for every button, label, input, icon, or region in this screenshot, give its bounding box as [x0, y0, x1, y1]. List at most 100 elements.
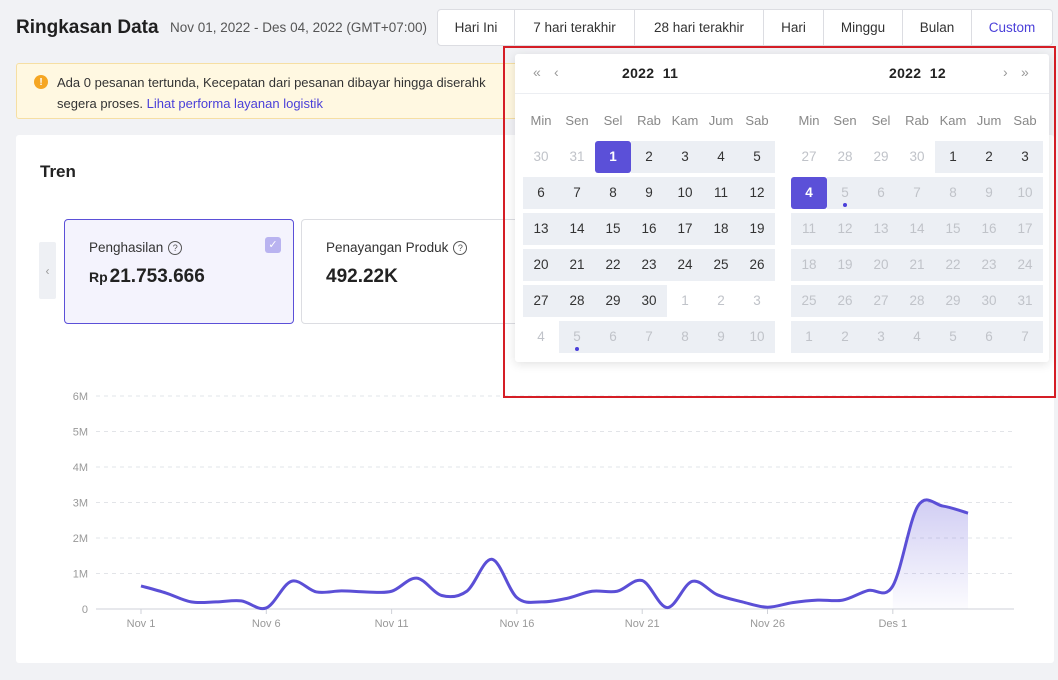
calendar-day[interactable]: 14 — [559, 213, 595, 245]
calendar-day[interactable]: 4 — [703, 141, 739, 173]
calendar-day[interactable]: 30 — [899, 141, 935, 173]
calendar-day[interactable]: 20 — [523, 249, 559, 281]
prev-year-icon[interactable]: « — [533, 64, 541, 80]
calendar-day[interactable]: 6 — [523, 177, 559, 209]
calendar-day[interactable]: 22 — [595, 249, 631, 281]
calendar-day[interactable]: 15 — [595, 213, 631, 245]
x-tick-label: Des 1 — [878, 618, 907, 630]
calendar-day[interactable]: 21 — [559, 249, 595, 281]
calendar-day[interactable]: 3 — [739, 285, 775, 317]
calendar-day[interactable]: 29 — [595, 285, 631, 317]
calendar-day[interactable]: 11 — [703, 177, 739, 209]
calendar-day[interactable]: 4 — [899, 321, 935, 353]
calendar-day[interactable]: 19 — [827, 249, 863, 281]
calendar-day[interactable]: 3 — [1007, 141, 1043, 173]
calendar-day[interactable]: 18 — [791, 249, 827, 281]
calendar-day[interactable]: 10 — [1007, 177, 1043, 209]
calendar-day[interactable]: 3 — [863, 321, 899, 353]
calendar-day[interactable]: 23 — [971, 249, 1007, 281]
calendar-day[interactable]: 26 — [739, 249, 775, 281]
x-tick-label: Nov 16 — [499, 618, 534, 630]
right-year: 2022 — [889, 65, 922, 81]
calendar-day[interactable]: 10 — [739, 321, 775, 353]
calendar-day[interactable]: 8 — [595, 177, 631, 209]
calendar-day[interactable]: 3 — [667, 141, 703, 173]
right-month-title: 2022 12 — [889, 65, 946, 81]
calendar-day[interactable]: 27 — [523, 285, 559, 317]
calendar-day[interactable]: 1 — [667, 285, 703, 317]
calendar-day[interactable]: 1 — [935, 141, 971, 173]
calendar-day[interactable]: 24 — [1007, 249, 1043, 281]
calendar-day[interactable]: 5 — [559, 321, 595, 353]
calendar-day[interactable]: 31 — [1007, 285, 1043, 317]
weekday-label: Sen — [833, 113, 857, 128]
calendar-day[interactable]: 12 — [739, 177, 775, 209]
calendar-day[interactable]: 15 — [935, 213, 971, 245]
calendar-day[interactable]: 6 — [863, 177, 899, 209]
calendar-day[interactable]: 23 — [631, 249, 667, 281]
calendar-day[interactable]: 27 — [863, 285, 899, 317]
calendar-day[interactable]: 2 — [971, 141, 1007, 173]
calendar-day[interactable]: 13 — [863, 213, 899, 245]
weekday-label: Jum — [708, 113, 734, 128]
left-month-title: 2022 11 — [622, 65, 678, 81]
prev-month-icon[interactable]: ‹ — [554, 64, 559, 80]
calendar-day[interactable]: 9 — [971, 177, 1007, 209]
calendar-day[interactable]: 7 — [1007, 321, 1043, 353]
calendar-day[interactable]: 2 — [827, 321, 863, 353]
calendar-day[interactable]: 16 — [971, 213, 1007, 245]
calendar-day[interactable]: 31 — [559, 141, 595, 173]
calendar-day[interactable]: 27 — [791, 141, 827, 173]
calendar-day[interactable]: 17 — [667, 213, 703, 245]
calendar-day[interactable]: 29 — [863, 141, 899, 173]
calendar-day[interactable]: 17 — [1007, 213, 1043, 245]
calendar-day[interactable]: 1 — [791, 321, 827, 353]
calendar-day[interactable]: 30 — [971, 285, 1007, 317]
calendar-day[interactable]: 19 — [739, 213, 775, 245]
calendar-day[interactable]: 4 — [523, 321, 559, 353]
calendar-day[interactable]: 16 — [631, 213, 667, 245]
calendar-day[interactable]: 28 — [827, 141, 863, 173]
calendar-day[interactable]: 10 — [667, 177, 703, 209]
weekday-label: Rab — [637, 113, 661, 128]
calendar-day[interactable]: 21 — [899, 249, 935, 281]
weekday-label: Sen — [565, 113, 589, 128]
right-month: 12 — [929, 65, 946, 81]
calendar-day[interactable]: 26 — [827, 285, 863, 317]
y-tick-label: 2M — [73, 533, 88, 545]
calendar-day[interactable]: 30 — [631, 285, 667, 317]
calendar-day[interactable]: 18 — [703, 213, 739, 245]
calendar-day[interactable]: 5 — [739, 141, 775, 173]
calendar-day[interactable]: 2 — [631, 141, 667, 173]
calendar-day[interactable]: 14 — [899, 213, 935, 245]
weekday-label: Kam — [671, 113, 699, 128]
calendar-day[interactable]: 11 — [791, 213, 827, 245]
calendar-day[interactable]: 7 — [559, 177, 595, 209]
calendar-day[interactable]: 13 — [523, 213, 559, 245]
calendar-day[interactable]: 12 — [827, 213, 863, 245]
calendar-day[interactable]: 8 — [667, 321, 703, 353]
calendar-day[interactable]: 30 — [523, 141, 559, 173]
calendar-day[interactable]: 4 — [791, 177, 827, 209]
calendar-day[interactable]: 6 — [595, 321, 631, 353]
calendar-day[interactable]: 5 — [935, 321, 971, 353]
calendar-day[interactable]: 1 — [595, 141, 631, 173]
calendar-day[interactable]: 8 — [935, 177, 971, 209]
calendar-day[interactable]: 22 — [935, 249, 971, 281]
calendar-day[interactable]: 20 — [863, 249, 899, 281]
calendar-day[interactable]: 2 — [703, 285, 739, 317]
calendar-day[interactable]: 28 — [559, 285, 595, 317]
calendar-day[interactable]: 7 — [899, 177, 935, 209]
calendar-day[interactable]: 7 — [631, 321, 667, 353]
calendar-day[interactable]: 25 — [791, 285, 827, 317]
calendar-day[interactable]: 5 — [827, 177, 863, 209]
calendar-day[interactable]: 9 — [631, 177, 667, 209]
calendar-day[interactable]: 6 — [971, 321, 1007, 353]
calendar-day[interactable]: 24 — [667, 249, 703, 281]
calendar-day[interactable]: 25 — [703, 249, 739, 281]
next-month-icon[interactable]: › — [1003, 64, 1008, 80]
calendar-day[interactable]: 9 — [703, 321, 739, 353]
calendar-day[interactable]: 28 — [899, 285, 935, 317]
calendar-day[interactable]: 29 — [935, 285, 971, 317]
next-year-icon[interactable]: » — [1021, 64, 1029, 80]
